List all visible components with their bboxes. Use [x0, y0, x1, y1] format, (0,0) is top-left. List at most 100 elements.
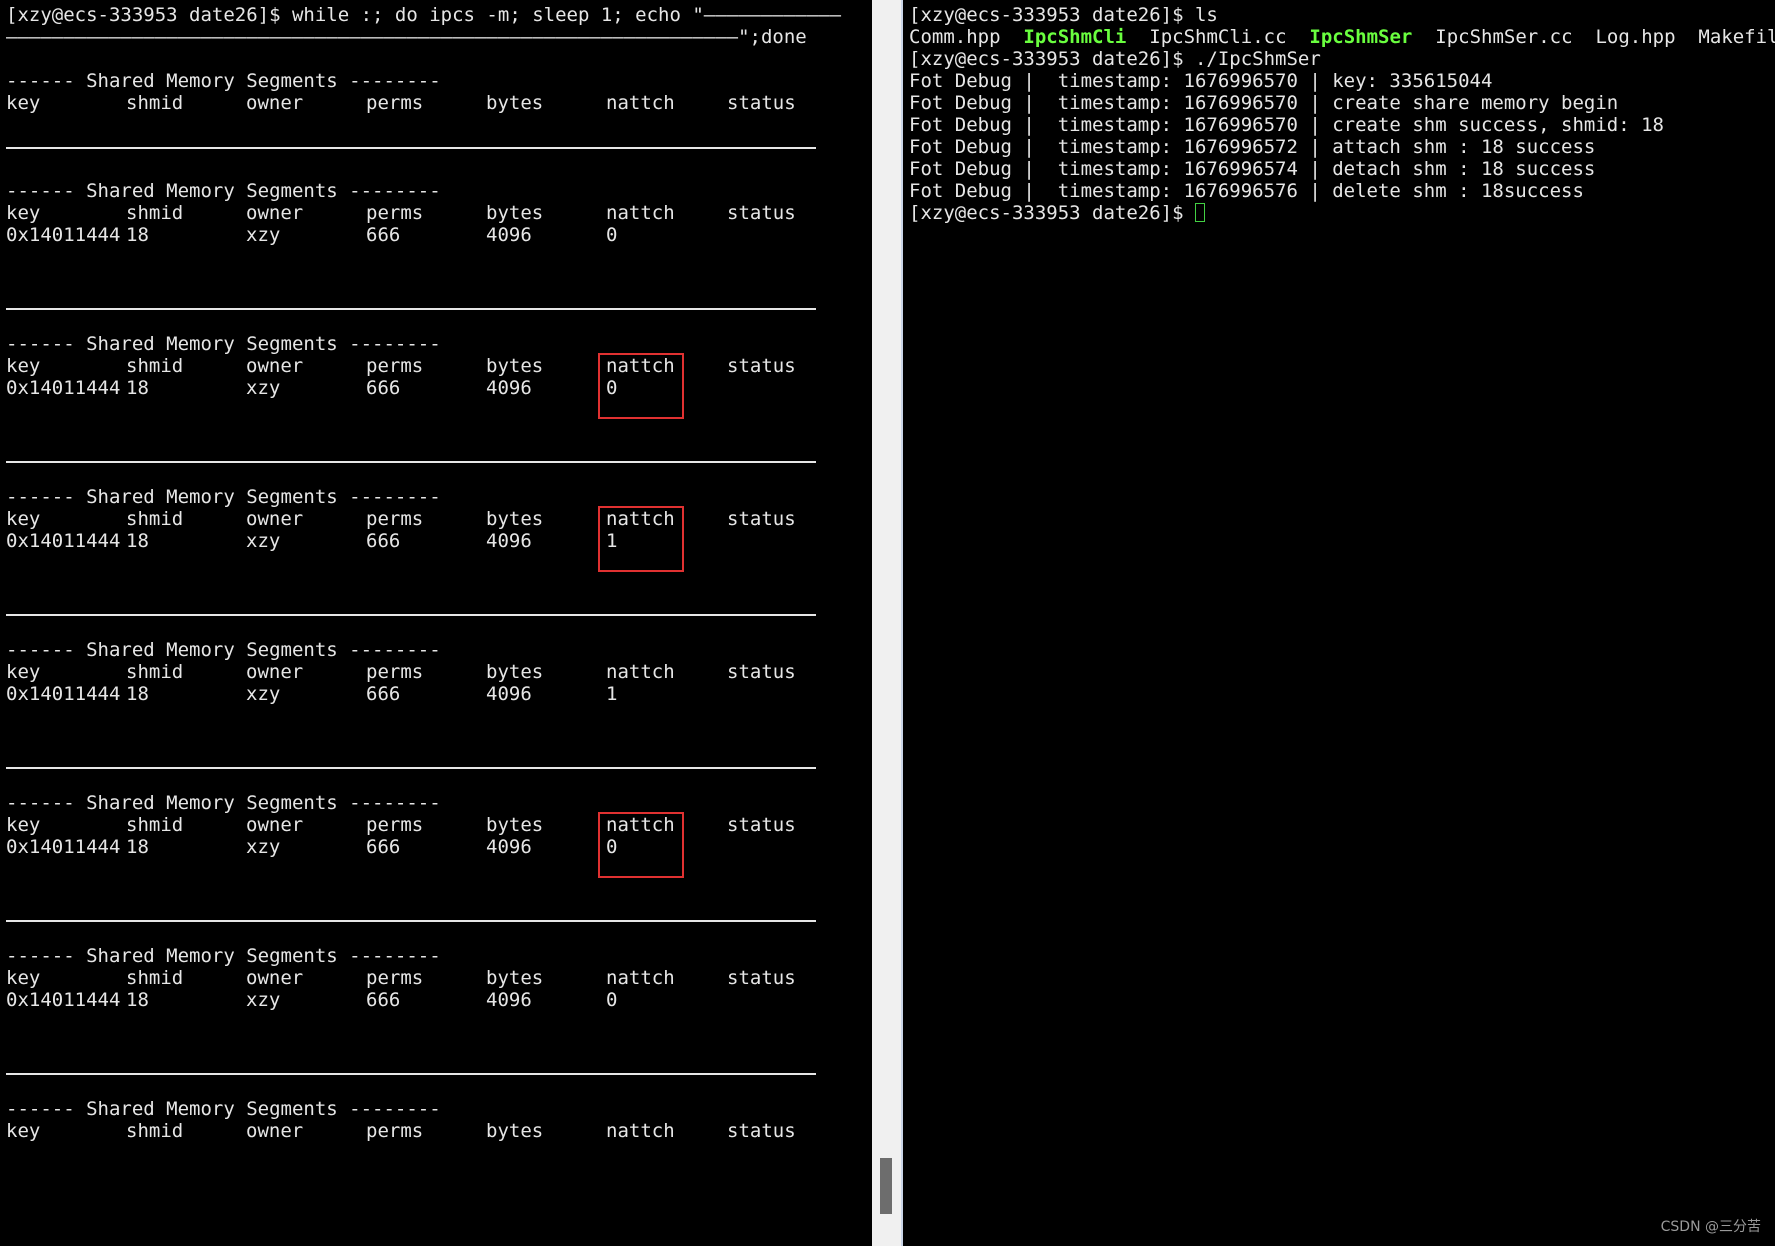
column-header-perms: perms: [366, 92, 424, 114]
segments-title: ------ Shared Memory Segments --------: [6, 792, 441, 814]
echo-separator-line: [6, 614, 816, 616]
echo-separator-line: [6, 920, 816, 922]
echo-separator-line: [6, 461, 816, 463]
segment-cell-shmid: 18: [126, 224, 149, 246]
column-header-status: status: [727, 202, 796, 224]
right-terminal-pane[interactable]: [xzy@ecs-333953 date26]$ ls Comm.hpp IpcS…: [903, 0, 1775, 1246]
echo-separator-line: [6, 147, 816, 149]
terminal-text: Fot Debug | timestamp: 1676996572 | atta…: [909, 136, 1596, 158]
column-header-perms: perms: [366, 967, 424, 989]
segments-title: ------ Shared Memory Segments --------: [6, 639, 441, 661]
column-header-nattch: nattch: [606, 661, 675, 683]
column-header-status: status: [727, 661, 796, 683]
segment-cell-owner: xzy: [246, 224, 281, 246]
terminal-text: Fot Debug | timestamp: 1676996570 | key:…: [909, 70, 1493, 92]
nattch-highlight-box: [598, 353, 684, 419]
column-header-shmid: shmid: [126, 508, 184, 530]
echo-separator-line: [6, 308, 816, 310]
column-header-owner: owner: [246, 814, 304, 836]
segments-title: ------ Shared Memory Segments --------: [6, 1098, 441, 1120]
column-header-bytes: bytes: [486, 92, 544, 114]
column-header-key: key: [6, 967, 41, 989]
column-header-status: status: [727, 1120, 796, 1142]
segment-cell-perms: 666: [366, 989, 401, 1011]
column-header-owner: owner: [246, 508, 304, 530]
column-header-shmid: shmid: [126, 661, 184, 683]
watermark: CSDN @三分苦: [1660, 1219, 1761, 1235]
file-name: Comm.hpp: [909, 26, 1001, 48]
log-line: Fot Debug | timestamp: 1676996572 | atta…: [909, 136, 1595, 158]
column-header-nattch: nattch: [606, 92, 675, 114]
segment-cell-owner: xzy: [246, 377, 281, 399]
segments-title: ------ Shared Memory Segments --------: [6, 70, 441, 92]
segment-cell-owner: xzy: [246, 530, 281, 552]
terminal-text: [xzy@ecs-333953 date26]$: [909, 202, 1195, 224]
column-header-shmid: shmid: [126, 202, 184, 224]
column-header-status: status: [727, 355, 796, 377]
column-header-key: key: [6, 355, 41, 377]
column-header-bytes: bytes: [486, 967, 544, 989]
file-name: Log.hpp: [1595, 26, 1676, 48]
column-header-bytes: bytes: [486, 508, 544, 530]
segment-cell-key: 0x14011444: [6, 530, 121, 552]
column-header-bytes: bytes: [486, 202, 544, 224]
segment-cell-key: 0x14011444: [6, 989, 121, 1011]
segment-cell-shmid: 18: [126, 377, 149, 399]
segment-cell-nattch: 1: [606, 683, 618, 705]
column-header-shmid: shmid: [126, 814, 184, 836]
segment-cell-key: 0x14011444: [6, 224, 121, 246]
segment-cell-bytes: 4096: [486, 377, 532, 399]
column-header-shmid: shmid: [126, 355, 184, 377]
column-header-perms: perms: [366, 508, 424, 530]
column-header-owner: owner: [246, 661, 304, 683]
column-header-bytes: bytes: [486, 814, 544, 836]
left-terminal-pane[interactable]: [xzy@ecs-333953 date26]$ while :; do ipc…: [0, 0, 872, 1246]
terminal-text: Fot Debug | timestamp: 1676996574 | deta…: [909, 158, 1596, 180]
segment-cell-bytes: 4096: [486, 989, 532, 1011]
command-line-continued: ————————————————————————————————————————…: [6, 26, 807, 48]
terminal-text: Fot Debug | timestamp: 1676996570 | crea…: [909, 92, 1619, 114]
log-line: Fot Debug | timestamp: 1676996574 | deta…: [909, 158, 1595, 180]
column-header-status: status: [727, 92, 796, 114]
segment-cell-perms: 666: [366, 377, 401, 399]
column-header-key: key: [6, 202, 41, 224]
column-header-status: status: [727, 508, 796, 530]
segment-cell-perms: 666: [366, 836, 401, 858]
segment-cell-key: 0x14011444: [6, 836, 121, 858]
shell-prompt-line: [xzy@ecs-333953 date26]$: [909, 202, 1205, 224]
ls-output-line: Comm.hpp IpcShmCli IpcShmCli.cc IpcShmSe…: [909, 26, 1775, 48]
segment-cell-bytes: 4096: [486, 224, 532, 246]
shell-prompt-line: [xzy@ecs-333953 date26]$ ./IpcShmSer: [909, 48, 1321, 70]
column-header-shmid: shmid: [126, 92, 184, 114]
left-terminal-scrollbar[interactable]: [872, 0, 902, 1246]
column-header-perms: perms: [366, 661, 424, 683]
column-header-perms: perms: [366, 202, 424, 224]
segment-cell-bytes: 4096: [486, 530, 532, 552]
segment-cell-bytes: 4096: [486, 683, 532, 705]
executable-file-name: IpcShmSer: [1309, 26, 1413, 48]
column-header-owner: owner: [246, 92, 304, 114]
column-header-key: key: [6, 92, 41, 114]
column-header-nattch: nattch: [606, 1120, 675, 1142]
log-line: Fot Debug | timestamp: 1676996570 | crea…: [909, 114, 1664, 136]
segments-title: ------ Shared Memory Segments --------: [6, 945, 441, 967]
segment-cell-shmid: 18: [126, 530, 149, 552]
segments-title: ------ Shared Memory Segments --------: [6, 486, 441, 508]
column-header-key: key: [6, 661, 41, 683]
scrollbar-thumb[interactable]: [880, 1158, 892, 1214]
terminal-text: [xzy@ecs-333953 date26]$ ls: [909, 4, 1218, 26]
column-header-key: key: [6, 508, 41, 530]
segment-cell-key: 0x14011444: [6, 377, 121, 399]
log-line: Fot Debug | timestamp: 1676996570 | crea…: [909, 92, 1618, 114]
terminal-cursor[interactable]: [1194, 203, 1205, 222]
segments-title: ------ Shared Memory Segments --------: [6, 333, 441, 355]
file-name: IpcShmSer.cc: [1435, 26, 1573, 48]
column-header-bytes: bytes: [486, 661, 544, 683]
column-header-owner: owner: [246, 1120, 304, 1142]
column-header-perms: perms: [366, 814, 424, 836]
terminal-text: [xzy@ecs-333953 date26]$ ./IpcShmSer: [909, 48, 1321, 70]
column-header-key: key: [6, 1120, 41, 1142]
nattch-highlight-box: [598, 506, 684, 572]
column-header-perms: perms: [366, 355, 424, 377]
column-header-owner: owner: [246, 202, 304, 224]
